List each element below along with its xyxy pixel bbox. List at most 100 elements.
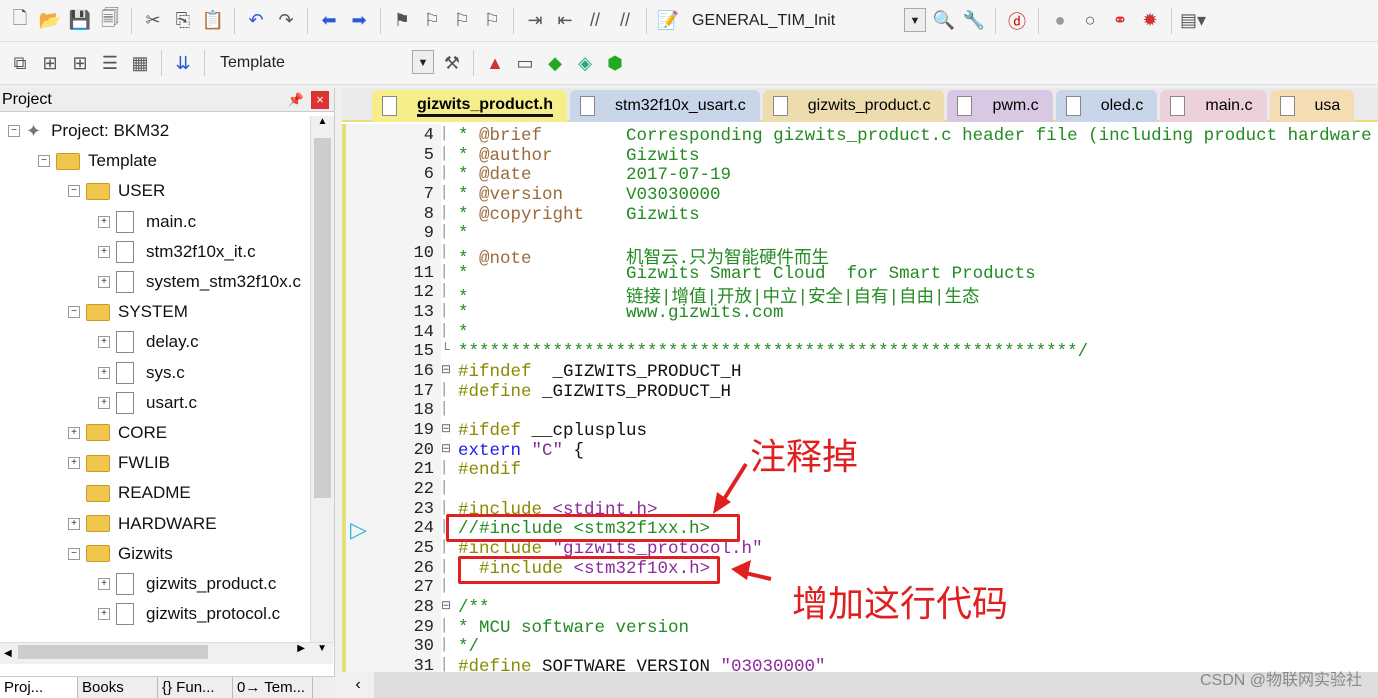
clear-bookmarks-icon[interactable]: ⚐ bbox=[480, 9, 504, 33]
tab-project[interactable]: Proj... bbox=[0, 677, 78, 698]
save-all-icon[interactable]: 🗐 bbox=[98, 8, 122, 33]
tree-item[interactable]: + FWLIB bbox=[0, 448, 310, 478]
tree-item[interactable]: + sys.c bbox=[0, 358, 310, 388]
collapse-icon[interactable]: − bbox=[68, 306, 80, 319]
open-icon[interactable]: 📂 bbox=[38, 9, 62, 33]
tab-books[interactable]: Books bbox=[78, 677, 158, 698]
editor-tab[interactable]: pwm.c bbox=[947, 90, 1053, 122]
target-options-icon[interactable]: ⚒ bbox=[440, 51, 464, 75]
tree-item[interactable]: + stm32f10x_it.c bbox=[0, 237, 310, 267]
editor-tab[interactable]: usa bbox=[1269, 90, 1355, 122]
tree-item[interactable]: − ✦ Project: BKM32 bbox=[0, 116, 310, 146]
expand-icon[interactable]: + bbox=[98, 336, 110, 349]
vertical-scrollbar[interactable]: ▲ bbox=[310, 116, 334, 646]
select-pack-icon[interactable]: ◈ bbox=[573, 51, 597, 75]
code-line: * bbox=[458, 323, 469, 343]
save-icon[interactable]: 💾 bbox=[68, 9, 92, 33]
breakpoints-icon[interactable]: ⚭ bbox=[1108, 9, 1132, 33]
paste-icon[interactable]: 📋 bbox=[201, 9, 225, 33]
breakpoint-disabled-icon[interactable]: ○ bbox=[1078, 9, 1102, 33]
editor-tab[interactable]: gizwits_product.h bbox=[372, 90, 567, 122]
debug-icon[interactable]: ⓓ bbox=[1005, 9, 1029, 33]
download-icon[interactable]: ⇊ bbox=[171, 51, 195, 75]
line-number: 21 bbox=[413, 460, 434, 480]
chevron-down-icon[interactable]: ▼ bbox=[412, 50, 434, 74]
tree-item[interactable]: − Template bbox=[0, 146, 310, 176]
run-time-env-icon[interactable]: ⬢ bbox=[603, 51, 627, 75]
chevron-down-icon[interactable]: ▼ bbox=[904, 7, 926, 32]
uncomment-icon[interactable]: // bbox=[613, 9, 637, 33]
fold-icon[interactable]: ⊟ bbox=[441, 421, 453, 435]
expand-icon[interactable]: + bbox=[98, 577, 110, 590]
indent-icon[interactable]: ⇥ bbox=[523, 9, 547, 33]
tree-item[interactable]: + main.c bbox=[0, 207, 310, 237]
manage-components-icon[interactable]: ▲ bbox=[483, 51, 507, 75]
collapse-icon[interactable]: − bbox=[68, 185, 80, 198]
expand-icon[interactable]: + bbox=[98, 215, 110, 228]
cut-icon[interactable]: ✂ bbox=[141, 9, 165, 33]
close-icon[interactable]: × bbox=[311, 91, 329, 109]
back-icon[interactable]: ⬅ bbox=[317, 9, 341, 33]
rebuild-icon[interactable]: ⊞ bbox=[68, 51, 92, 75]
tab-templates[interactable]: 0→ Tem... bbox=[233, 677, 313, 698]
tab-functions[interactable]: {} Fun... bbox=[158, 677, 233, 698]
bookmark-icon[interactable]: ⚑ bbox=[390, 9, 414, 33]
kill-breakpoints-icon[interactable]: ✹ bbox=[1138, 9, 1162, 33]
build-icon[interactable]: ⊞ bbox=[38, 51, 62, 75]
expand-icon[interactable]: + bbox=[98, 608, 110, 621]
batch-build-icon[interactable]: ☰ bbox=[98, 51, 122, 75]
translate-icon[interactable]: ⧉ bbox=[8, 51, 32, 75]
tree-item[interactable]: + gizwits_product.c bbox=[0, 569, 310, 599]
editor-tab[interactable]: main.c bbox=[1160, 90, 1267, 122]
forward-icon[interactable]: ➡ bbox=[347, 9, 371, 33]
copy-icon[interactable]: ⎘ bbox=[171, 9, 195, 33]
tree-item[interactable]: − Gizwits bbox=[0, 539, 310, 569]
next-bookmark-icon[interactable]: ⚐ bbox=[450, 9, 474, 33]
collapse-icon[interactable]: − bbox=[8, 125, 20, 138]
collapse-icon[interactable]: − bbox=[38, 155, 50, 168]
find-icon[interactable]: 🔍 bbox=[932, 9, 956, 33]
pack-installer-icon[interactable]: ◆ bbox=[543, 51, 567, 75]
fold-icon[interactable]: ⊟ bbox=[441, 441, 453, 455]
comment-icon[interactable]: // bbox=[583, 9, 607, 33]
horizontal-scrollbar[interactable]: ◀ ▶ ▼ bbox=[0, 642, 333, 664]
undo-icon[interactable]: ↶ bbox=[244, 9, 268, 33]
tree-item[interactable]: − SYSTEM bbox=[0, 297, 310, 327]
expand-icon[interactable]: + bbox=[98, 396, 110, 409]
find-in-files-icon[interactable]: 📝 bbox=[656, 9, 680, 33]
file-icon bbox=[116, 361, 134, 384]
fold-icon[interactable]: ⊟ bbox=[441, 598, 453, 612]
unindent-icon[interactable]: ⇤ bbox=[553, 9, 577, 33]
redo-icon[interactable]: ↷ bbox=[274, 9, 298, 33]
stop-build-icon[interactable]: ▦ bbox=[128, 51, 152, 75]
collapse-icon[interactable]: − bbox=[68, 547, 80, 560]
fold-icon[interactable]: └ bbox=[441, 342, 453, 356]
window-layout-icon[interactable]: ▤▾ bbox=[1180, 9, 1206, 33]
tree-item[interactable]: + delay.c bbox=[0, 327, 310, 357]
breakpoint-icon[interactable]: ● bbox=[1048, 9, 1072, 33]
fold-icon[interactable]: ⊟ bbox=[441, 362, 453, 376]
pin-icon[interactable]: 📌 bbox=[288, 88, 304, 112]
editor-tab[interactable]: stm32f10x_usart.c bbox=[570, 90, 760, 122]
tree-item[interactable]: + HARDWARE bbox=[0, 508, 310, 538]
target-combo[interactable]: GENERAL_TIM_Init ▼ bbox=[686, 7, 926, 34]
editor-tab[interactable]: oled.c bbox=[1055, 90, 1158, 122]
expand-icon[interactable]: + bbox=[68, 457, 80, 470]
expand-icon[interactable]: + bbox=[68, 517, 80, 530]
expand-icon[interactable]: + bbox=[98, 276, 110, 289]
tree-item[interactable]: + CORE bbox=[0, 418, 310, 448]
editor-tab[interactable]: gizwits_product.c bbox=[762, 90, 945, 122]
tree-item[interactable]: + usart.c bbox=[0, 388, 310, 418]
expand-icon[interactable]: + bbox=[68, 426, 80, 439]
file-extensions-icon[interactable]: ▭ bbox=[513, 51, 537, 75]
expand-icon[interactable]: + bbox=[98, 245, 110, 258]
expand-icon[interactable]: + bbox=[98, 366, 110, 379]
tree-item[interactable]: − USER bbox=[0, 176, 310, 206]
prev-bookmark-icon[interactable]: ⚐ bbox=[420, 9, 444, 33]
new-file-icon[interactable]: 🗋 bbox=[8, 8, 32, 33]
template-combo[interactable]: Template ▼ bbox=[214, 50, 434, 76]
tree-item[interactable]: + gizwits_protocol.c bbox=[0, 599, 310, 629]
tree-item[interactable]: + system_stm32f10x.c bbox=[0, 267, 310, 297]
config-icon[interactable]: 🔧 bbox=[962, 9, 986, 33]
tree-item[interactable]: +README bbox=[0, 478, 310, 508]
